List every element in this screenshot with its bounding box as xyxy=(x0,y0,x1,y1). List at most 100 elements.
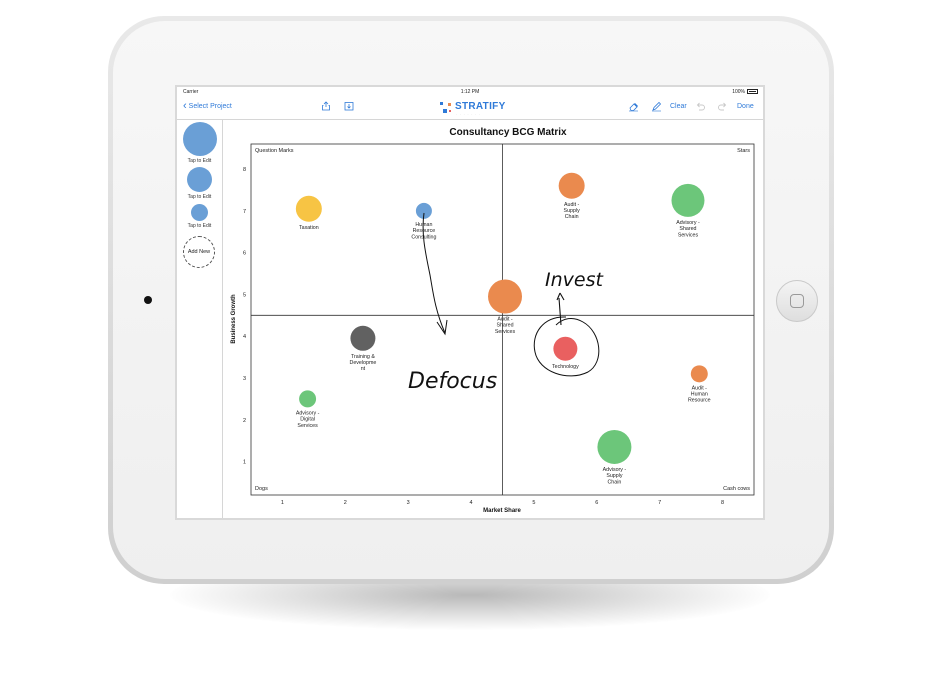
palette-bubble-large-shape xyxy=(182,122,217,156)
bubble[interactable]: Training &Development xyxy=(350,325,377,372)
handwritten-invest: Invest xyxy=(545,269,604,291)
bubble-label: Audit - xyxy=(497,317,513,323)
palette-bubble-label: Tap to Edit xyxy=(187,223,212,229)
bubble[interactable]: Taxation xyxy=(295,195,322,231)
y-tick-label: 5 xyxy=(243,292,246,298)
bubble-label: Human xyxy=(691,392,708,398)
bubble-marker[interactable] xyxy=(488,279,523,314)
bubble[interactable]: Audit -HumanResource xyxy=(688,365,711,404)
battery-percent: 100% xyxy=(732,89,745,95)
x-tick-label: 7 xyxy=(658,500,661,506)
bubble-label: Advisory - xyxy=(296,410,320,416)
y-tick-label: 3 xyxy=(243,376,246,382)
bubble-label: Human xyxy=(415,222,432,228)
clear-button[interactable]: Clear xyxy=(670,103,687,110)
bubble-label: Shared xyxy=(679,226,696,232)
y-tick-label: 1 xyxy=(243,460,246,466)
chevron-left-icon: ‹ xyxy=(183,100,187,112)
bubble-label: Resource xyxy=(688,398,711,404)
bubble-marker[interactable] xyxy=(690,365,708,383)
x-tick-label: 3 xyxy=(407,500,410,506)
quadrant-label-cash-cows: Cash cows xyxy=(723,486,750,492)
bcg-matrix-chart[interactable]: Consultancy BCG Matrix 1 2 3 4 5 6 7 812345678 … xyxy=(223,120,763,520)
home-button[interactable] xyxy=(776,280,818,322)
undo-icon[interactable] xyxy=(695,101,706,112)
palette-bubble-large[interactable]: Tap to Edit xyxy=(177,122,222,164)
bubble-marker[interactable] xyxy=(299,390,317,408)
bubble-label: Services xyxy=(297,423,318,429)
bubble[interactable]: Audit -SupplyChain xyxy=(558,172,585,220)
x-tick-label: 2 xyxy=(344,500,347,506)
bubble-marker[interactable] xyxy=(295,195,322,222)
quadrant-label-question-marks: Question Marks xyxy=(255,148,294,154)
bubble[interactable]: Technology xyxy=(552,336,579,370)
bubble[interactable]: Audit -SharedServices xyxy=(488,279,523,335)
share-icon[interactable] xyxy=(321,101,331,111)
palette-bubble-small[interactable]: Tap to Edit xyxy=(177,204,222,229)
bubble-label: Supply xyxy=(606,473,623,479)
bubble-label: Chain xyxy=(565,214,579,220)
palette-bubble-medium-shape xyxy=(187,167,212,192)
add-new-bubble-button[interactable]: Add New xyxy=(183,236,215,268)
select-project-button[interactable]: ‹ Select Project xyxy=(183,100,232,112)
palette-bubble-label: Tap to Edit xyxy=(187,158,212,164)
front-camera xyxy=(144,296,152,304)
bubble-label: Developme xyxy=(350,360,377,366)
done-button[interactable]: Done xyxy=(737,103,754,110)
bubble-label: Audit - xyxy=(692,385,708,391)
y-axis-label: Business Growth xyxy=(231,294,237,344)
logo-tagline: · · · · · · · xyxy=(456,112,481,116)
bubble-marker[interactable] xyxy=(597,429,632,464)
bubble[interactable]: HumanResourceConsulting xyxy=(411,202,436,240)
stratify-logo: STRATIFY · · · · · · · xyxy=(439,100,509,117)
bubble-label: Services xyxy=(495,329,516,335)
bubble-label: Audit - xyxy=(564,202,580,208)
palette-bubble-medium[interactable]: Tap to Edit xyxy=(177,167,222,200)
x-tick-label: 5 xyxy=(532,500,535,506)
bubble-palette-sidebar: Tap to Edit Tap to Edit Tap to Edit Add … xyxy=(177,120,223,518)
status-bar: Carrier 1:12 PM 100% xyxy=(177,87,763,97)
bubble-label: Advisory - xyxy=(676,220,700,226)
clock: 1:12 PM xyxy=(460,89,480,95)
bubble-marker[interactable] xyxy=(558,172,585,199)
pen-icon[interactable] xyxy=(651,101,662,112)
x-tick-label: 4 xyxy=(470,500,473,506)
bubble[interactable]: Advisory -SharedServices xyxy=(671,183,705,238)
eraser-icon[interactable] xyxy=(628,101,639,112)
bubble-label: Technology xyxy=(552,364,579,370)
bubble-label: Services xyxy=(678,232,699,238)
bubble-label: Advisory - xyxy=(603,467,627,473)
palette-bubble-small-shape xyxy=(191,204,208,221)
y-tick-label: 4 xyxy=(243,334,246,340)
bubble-marker[interactable] xyxy=(671,183,705,217)
bubble-marker[interactable] xyxy=(553,336,578,361)
app-screen: Carrier 1:12 PM 100% ‹ Select Project ST… xyxy=(175,85,765,520)
y-tick-label: 6 xyxy=(243,251,246,257)
bubble-label: Digital xyxy=(300,417,315,423)
palette-bubble-label: Tap to Edit xyxy=(187,194,212,200)
bubble[interactable]: Advisory -DigitalServices xyxy=(296,390,320,429)
quadrant-label-dogs: Dogs xyxy=(255,486,268,492)
y-tick-label: 7 xyxy=(243,209,246,215)
bubble-marker[interactable] xyxy=(350,325,376,351)
home-button-icon xyxy=(790,294,804,308)
x-axis-label: Market Share xyxy=(483,508,521,514)
nav-bar: ‹ Select Project STRATIFY · · · · · · · xyxy=(177,97,763,120)
bubble[interactable]: Advisory -SupplyChain xyxy=(597,429,632,485)
bubble-label: nt xyxy=(361,366,366,372)
add-new-label: Add New xyxy=(187,249,211,255)
redo-icon[interactable] xyxy=(717,101,728,112)
x-tick-label: 6 xyxy=(595,500,598,506)
quadrant-label-stars: Stars xyxy=(737,148,750,154)
select-project-label: Select Project xyxy=(188,102,232,110)
x-tick-label: 8 xyxy=(721,500,724,506)
battery-icon xyxy=(747,89,758,94)
x-tick-label: 1 xyxy=(281,500,284,506)
export-image-icon[interactable] xyxy=(344,101,354,111)
stratify-logo-mark xyxy=(440,102,451,113)
y-tick-label: 2 xyxy=(243,418,246,424)
bubble-points[interactable]: Taxation HumanResourceConsultingAudit -Su… xyxy=(295,172,711,486)
bubble-label: Shared xyxy=(496,323,513,329)
bubble-label: Training & xyxy=(351,354,375,360)
logo-wordmark: STRATIFY xyxy=(455,101,506,112)
